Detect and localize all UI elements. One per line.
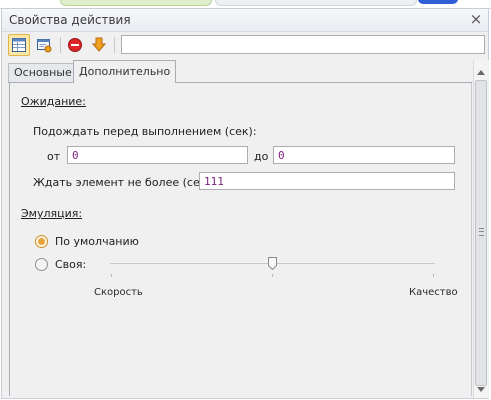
slider-tick <box>111 274 112 277</box>
wait-from-input[interactable] <box>67 146 248 164</box>
emulation-slider-thumb[interactable] <box>268 257 277 270</box>
background-shape <box>60 0 212 6</box>
close-button[interactable]: × <box>468 10 484 28</box>
title-bar: Свойства действия × <box>2 9 488 32</box>
toolbar-separator <box>60 37 61 53</box>
radio-selected-dot <box>38 238 45 245</box>
properties-window-button[interactable] <box>33 34 55 56</box>
toolbar-search-input[interactable] <box>121 35 485 54</box>
grip-icon <box>479 228 484 236</box>
emulation-default-radio[interactable] <box>35 235 48 248</box>
down-arrow-icon <box>91 37 107 52</box>
max-wait-input[interactable] <box>199 172 455 190</box>
tab-basic[interactable]: Основные <box>8 63 78 82</box>
slider-tick <box>272 274 273 277</box>
scroll-down-icon[interactable] <box>477 387 485 392</box>
background-shape <box>418 0 458 4</box>
wait-to-input[interactable] <box>273 146 455 164</box>
toolbar <box>2 32 488 58</box>
window-title: Свойства действия <box>9 13 131 27</box>
move-down-button[interactable] <box>88 34 110 56</box>
slider-tick <box>433 274 434 277</box>
stop-button[interactable] <box>64 34 86 56</box>
tab-advanced[interactable]: Дополнительно <box>73 60 177 83</box>
properties-window-icon <box>37 39 52 53</box>
table-view-icon <box>12 38 26 52</box>
action-properties-panel: Свойства действия × Основные Дополнитель… <box>1 8 489 399</box>
scroll-up-icon[interactable] <box>477 70 485 75</box>
emulation-custom-label[interactable]: Своя: <box>55 258 86 271</box>
to-label: до <box>254 150 269 163</box>
slider-speed-label: Скорость <box>94 287 143 298</box>
stop-icon <box>68 38 82 52</box>
waiting-heading: Ожидание: <box>21 95 86 108</box>
tab-strip: Основные Дополнительно <box>2 60 488 83</box>
emulation-default-label[interactable]: По умолчанию <box>55 235 139 248</box>
vertical-scrollbar[interactable] <box>473 60 489 398</box>
wait-before-label: Подождать перед выполнением (сек): <box>33 125 257 138</box>
max-wait-label: Ждать элемент не более (сек): <box>33 176 215 189</box>
slider-quality-label: Качество <box>409 287 458 298</box>
from-label: от <box>47 150 61 163</box>
background-shape <box>215 0 417 6</box>
emulation-heading: Эмуляция: <box>21 207 83 220</box>
scrollbar-thumb[interactable] <box>475 80 487 386</box>
table-view-button[interactable] <box>8 34 30 56</box>
toolbar-separator <box>114 37 115 53</box>
emulation-custom-radio[interactable] <box>35 258 48 271</box>
